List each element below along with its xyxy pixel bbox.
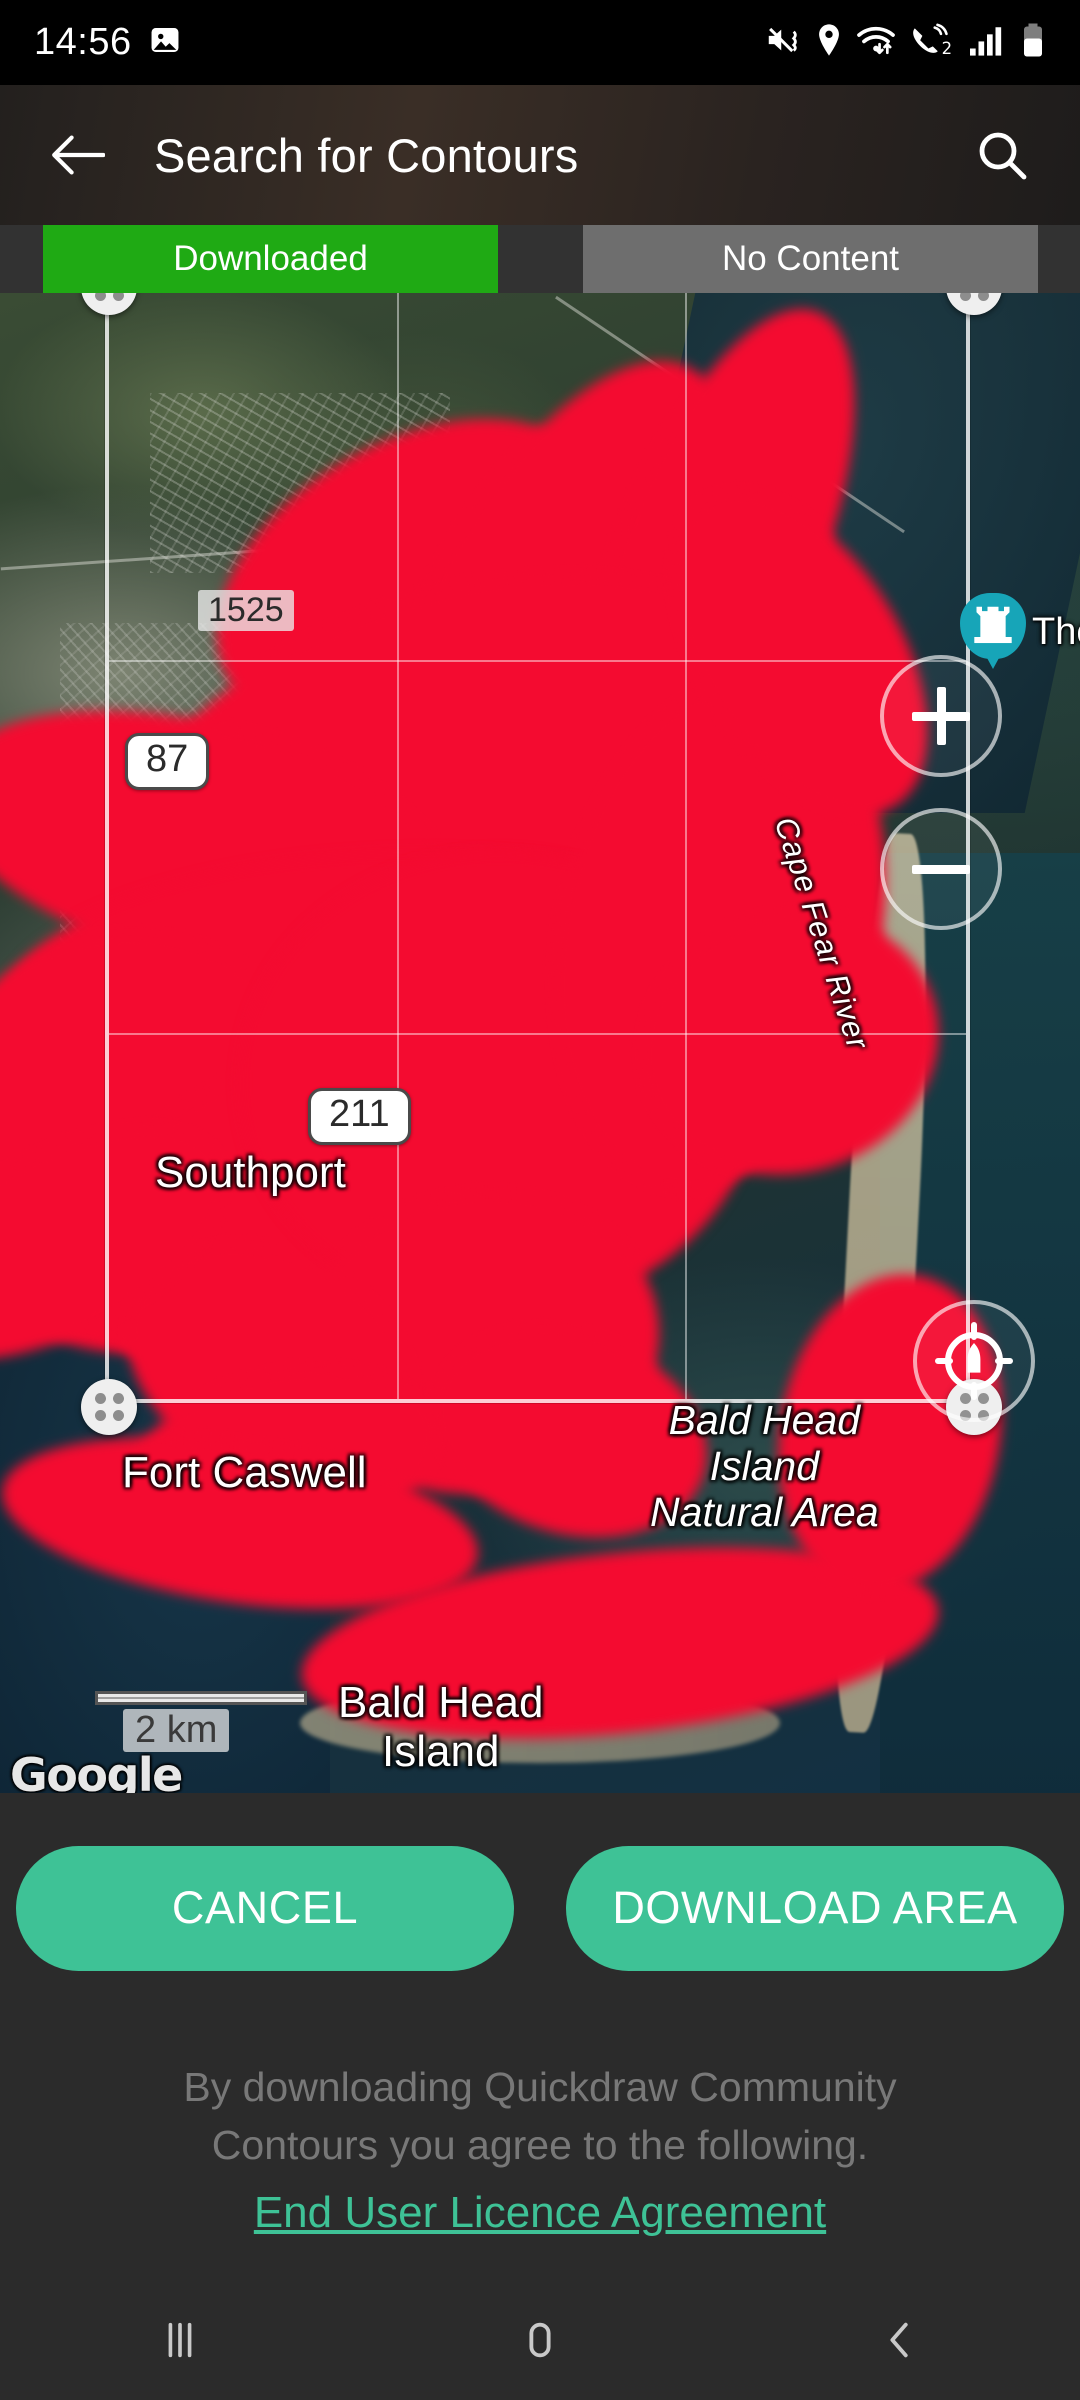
map-view[interactable]: The Southport Fort Caswell Bald Head Isl… [0,293,1080,1793]
terms-line-1: By downloading Quickdraw Community [183,2064,897,2110]
road-label-1525: 1525 [198,590,294,631]
status-bar: 14:56 2 [0,0,1080,85]
map-label-bald-head-island: Bald Head Island [338,1678,544,1777]
eula-link[interactable]: End User Licence Agreement [254,2188,826,2238]
system-nav-bar [0,2280,1080,2400]
poi-label: The [1032,611,1080,653]
zoom-out-button[interactable] [880,808,1002,930]
back-icon[interactable] [810,2280,990,2400]
legend-bar: Downloaded No Content [0,225,1080,293]
recents-icon[interactable] [90,2280,270,2400]
image-icon [148,23,182,62]
call-sim2-icon: 2 [910,23,954,62]
fort-castle-icon [960,593,1026,659]
map-scale-bar: 2 km [95,1691,307,1752]
road-shield-211: 211 [308,1088,411,1145]
status-bar-left: 14:56 [34,21,182,64]
phone-screen: 14:56 2 Search for Contours Downloaded N… [0,0,1080,2400]
map-scale-label: 2 km [123,1709,230,1752]
cancel-button[interactable]: CANCEL [16,1845,514,1971]
download-area-selection[interactable] [81,293,1002,1435]
location-icon [816,23,842,62]
terms-line-2: Contours you agree to the following. [211,2122,869,2169]
battery-icon [1020,22,1046,63]
map-label-southport: Southport [155,1148,346,1197]
road-shield-87: 87 [125,733,210,790]
legend-chip-downloaded[interactable]: Downloaded [43,225,498,293]
map-label-fort-caswell: Fort Caswell [122,1448,367,1497]
signal-bars-icon [968,23,1006,62]
footer-disclaimer: By downloading Quickdraw Community Conto… [0,2023,1080,2280]
google-attribution: Google [10,1748,183,1793]
status-bar-clock: 14:56 [34,21,132,63]
zoom-in-button[interactable] [880,655,1002,777]
back-arrow-icon[interactable] [36,113,120,197]
app-bar: Search for Contours [0,85,1080,225]
action-bar: CANCEL DOWNLOAD AREA [0,1793,1080,2023]
home-icon[interactable] [450,2280,630,2400]
svg-text:2: 2 [942,39,953,57]
locate-vessel-icon[interactable] [913,1300,1035,1422]
page-title: Search for Contours [154,128,579,182]
search-icon[interactable] [960,113,1044,197]
mute-vibrate-icon [766,23,802,62]
status-bar-right: 2 [766,22,1046,63]
map-label-bald-head-island-natural-area: Bald Head Island Natural Area [650,1397,879,1535]
wifi-icon [856,23,896,62]
selection-handle-bottom-left[interactable] [81,1379,137,1435]
download-area-button[interactable]: DOWNLOAD AREA [566,1845,1064,1971]
legend-chip-no-content[interactable]: No Content [583,225,1038,293]
